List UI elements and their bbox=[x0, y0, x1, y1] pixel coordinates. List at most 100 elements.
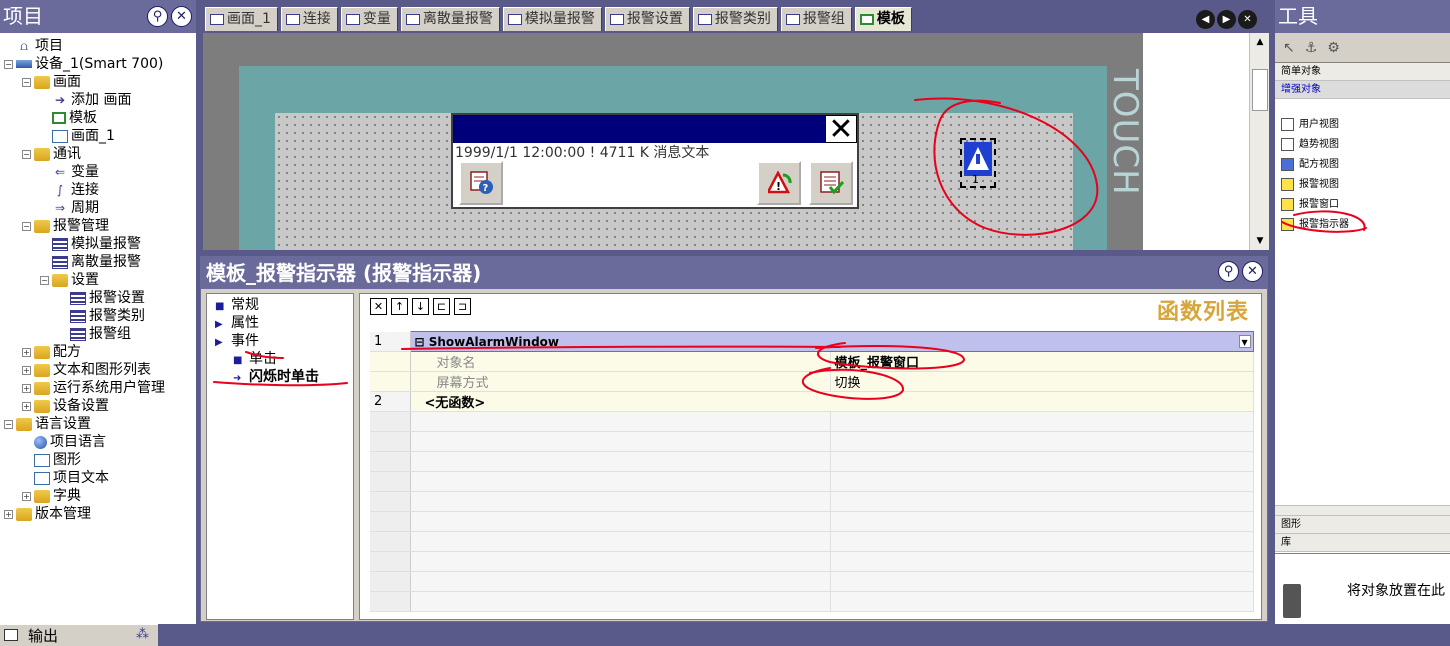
alarm-window-close-icon[interactable]: ✕ bbox=[825, 115, 857, 145]
collapse-icon[interactable]: − bbox=[22, 221, 31, 231]
collapse-row-icon[interactable]: ⊟ bbox=[415, 335, 429, 349]
parameter-row[interactable]: 屏幕方式 切换 bbox=[370, 371, 1254, 392]
tool-item[interactable]: 报警窗口 bbox=[1275, 195, 1450, 215]
tools-drop-area[interactable]: 将对象放置在此 bbox=[1275, 553, 1450, 624]
delete-function-icon[interactable]: ✕ bbox=[370, 298, 387, 315]
tool-item[interactable]: 用户视图 bbox=[1275, 115, 1450, 135]
function-row[interactable]: 2 <无函数> bbox=[370, 391, 1254, 412]
collapse-icon[interactable]: − bbox=[22, 149, 31, 159]
tab-next-icon[interactable]: ▶ bbox=[1217, 10, 1236, 29]
expand-icon[interactable]: ⊐ bbox=[454, 298, 471, 315]
alarm-loop-in-button[interactable] bbox=[809, 161, 853, 205]
screen-editor-canvas[interactable]: TOUCH ✕ 1999/1/1 12:00:00 ! 4711 K 消息文本 … bbox=[203, 33, 1269, 250]
scroll-thumb[interactable] bbox=[1252, 69, 1268, 111]
network-icon[interactable]: ⁂ bbox=[136, 628, 150, 641]
tree-item[interactable]: − 语言设置 bbox=[0, 415, 196, 433]
tree-item[interactable]: + 文本和图形列表 bbox=[0, 361, 196, 379]
collapse-icon[interactable]: − bbox=[4, 59, 13, 69]
tree-item[interactable]: 报警组 bbox=[0, 325, 196, 343]
pin-icon[interactable]: ⚲ bbox=[147, 6, 168, 27]
tools-scrollbar[interactable] bbox=[1275, 505, 1450, 516]
tree-item[interactable]: 图形 bbox=[0, 451, 196, 469]
editor-tab[interactable]: 报警类别 bbox=[692, 7, 778, 31]
function-name-cell[interactable]: ⊟ ShowAlarmWindow ▼ bbox=[409, 331, 1254, 352]
tree-item[interactable]: − 通讯 bbox=[0, 145, 196, 163]
tree-item[interactable]: 报警设置 bbox=[0, 289, 196, 307]
editor-tab[interactable]: 模板 bbox=[854, 7, 912, 31]
property-category[interactable]: ▶ 属性 bbox=[207, 314, 353, 332]
tree-item[interactable]: + 版本管理 bbox=[0, 505, 196, 523]
tree-item[interactable]: + 运行系统用户管理 bbox=[0, 379, 196, 397]
alarm-window-object[interactable]: ✕ 1999/1/1 12:00:00 ! 4711 K 消息文本 ? ! bbox=[451, 113, 859, 209]
empty-function-row[interactable] bbox=[370, 571, 1254, 592]
parameter-row[interactable]: 对象名 模板_报警窗口 bbox=[370, 351, 1254, 372]
expand-icon[interactable]: + bbox=[22, 383, 31, 393]
empty-function-row[interactable] bbox=[370, 491, 1254, 512]
tools-section-header[interactable]: 简单对象 bbox=[1275, 63, 1450, 81]
expand-icon[interactable]: + bbox=[22, 401, 31, 411]
tree-item[interactable]: ⇐ 变量 bbox=[0, 163, 196, 181]
tool-item[interactable]: 报警视图 bbox=[1275, 175, 1450, 195]
collapse-icon[interactable]: ⊏ bbox=[433, 298, 450, 315]
property-category[interactable]: ▶ 事件 bbox=[207, 332, 353, 350]
collapse-icon[interactable]: − bbox=[40, 275, 49, 285]
editor-tab[interactable]: 报警设置 bbox=[604, 7, 690, 31]
function-name[interactable]: <无函数> bbox=[410, 391, 1254, 412]
tree-item[interactable]: − 画面 bbox=[0, 73, 196, 91]
canvas-vertical-scrollbar[interactable]: ▲ ▼ bbox=[1249, 33, 1269, 250]
property-category[interactable]: ■ 常规 bbox=[207, 296, 353, 314]
tool-item[interactable]: 报警指示器 bbox=[1275, 215, 1450, 235]
editor-tab[interactable]: 连接 bbox=[280, 7, 338, 31]
empty-function-row[interactable] bbox=[370, 511, 1254, 532]
tree-item[interactable]: ⩍ 项目 bbox=[0, 37, 196, 55]
tools-section-header[interactable]: 库 bbox=[1275, 534, 1450, 552]
parameter-value[interactable]: 模板_报警窗口 bbox=[830, 351, 1254, 372]
collapse-icon[interactable]: − bbox=[4, 419, 13, 429]
tree-item[interactable]: 项目文本 bbox=[0, 469, 196, 487]
tab-close-icon[interactable]: ✕ bbox=[1238, 10, 1257, 29]
expand-icon[interactable]: + bbox=[4, 509, 13, 519]
expand-icon[interactable]: + bbox=[22, 491, 31, 501]
tree-item[interactable]: 项目语言 bbox=[0, 433, 196, 451]
editor-tab[interactable]: 画面_1 bbox=[205, 7, 278, 31]
pointer-icon[interactable]: ↖ bbox=[1283, 33, 1295, 62]
expand-icon[interactable]: + bbox=[22, 365, 31, 375]
expand-icon[interactable]: + bbox=[22, 347, 31, 357]
empty-function-row[interactable] bbox=[370, 431, 1254, 452]
tree-item[interactable]: 模板 bbox=[0, 109, 196, 127]
tools-section-header[interactable]: 增强对象 bbox=[1275, 81, 1450, 99]
tree-item[interactable]: ⇒ 周期 bbox=[0, 199, 196, 217]
tool-item[interactable]: 配方视图 bbox=[1275, 155, 1450, 175]
empty-function-row[interactable] bbox=[370, 411, 1254, 432]
output-tab[interactable]: 输出 ⁂ bbox=[0, 624, 158, 646]
empty-function-row[interactable] bbox=[370, 591, 1254, 612]
empty-function-row[interactable] bbox=[370, 551, 1254, 572]
tree-item[interactable]: ➔ 添加 画面 bbox=[0, 91, 196, 109]
function-dropdown-icon[interactable]: ▼ bbox=[1238, 335, 1251, 348]
function-row[interactable]: 1 ⊟ ShowAlarmWindow ▼ bbox=[370, 331, 1254, 352]
property-category[interactable]: ■ 单击 bbox=[207, 350, 353, 368]
editor-tab[interactable]: 离散量报警 bbox=[400, 7, 500, 31]
empty-function-row[interactable] bbox=[370, 531, 1254, 552]
tree-item[interactable]: + 设备设置 bbox=[0, 397, 196, 415]
empty-function-row[interactable] bbox=[370, 451, 1254, 472]
tree-item[interactable]: 离散量报警 bbox=[0, 253, 196, 271]
move-down-icon[interactable]: ↓ bbox=[412, 298, 429, 315]
editor-tab[interactable]: 模拟量报警 bbox=[502, 7, 602, 31]
tree-item[interactable]: + 配方 bbox=[0, 343, 196, 361]
parameter-value[interactable]: 切换 bbox=[830, 371, 1254, 392]
tree-item[interactable]: ∫ 连接 bbox=[0, 181, 196, 199]
tab-prev-icon[interactable]: ◀ bbox=[1196, 10, 1215, 29]
property-category[interactable]: ➜ 闪烁时单击 bbox=[207, 368, 353, 386]
close-icon[interactable]: ✕ bbox=[171, 6, 192, 27]
tree-item[interactable]: 画面_1 bbox=[0, 127, 196, 145]
editor-tab[interactable]: 报警组 bbox=[780, 7, 852, 31]
editor-tab[interactable]: 变量 bbox=[340, 7, 398, 31]
empty-function-row[interactable] bbox=[370, 471, 1254, 492]
tree-item[interactable]: − 设置 bbox=[0, 271, 196, 289]
anchor-icon[interactable]: ⚓ bbox=[1305, 33, 1318, 62]
close-icon[interactable]: ✕ bbox=[1242, 261, 1263, 282]
pin-icon[interactable]: ⚲ bbox=[1218, 261, 1239, 282]
tools-options-icon[interactable]: ⚙ bbox=[1327, 33, 1340, 62]
alarm-indicator-object[interactable]: 1 bbox=[960, 138, 996, 188]
